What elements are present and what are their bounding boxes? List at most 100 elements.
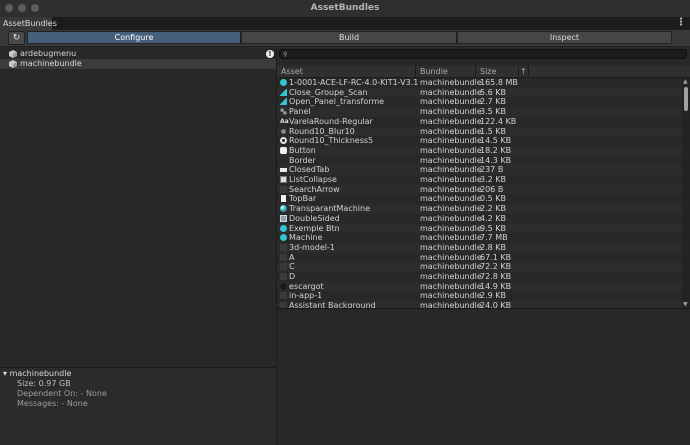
table-row[interactable]: ListCollapse machinebundle 3.2 KB — [277, 175, 682, 185]
asset-name: Assistant Background — [289, 301, 376, 308]
window-title: AssetBundles — [310, 3, 380, 13]
asset-size: 14.5 KB — [480, 136, 512, 146]
asset-name: A — [289, 252, 295, 262]
table-row[interactable]: Button machinebundle 18.2 KB — [277, 145, 682, 156]
asset-name: SearchArrow — [289, 184, 340, 194]
table-row[interactable]: Round10_Thickness5 machinebundle 14.5 KB — [277, 136, 682, 146]
asset-name: DoubleSided — [289, 213, 340, 223]
table-row[interactable]: SearchArrow machinebundle 206 B — [277, 184, 682, 195]
table-row[interactable]: DoubleSided machinebundle 4.2 KB — [277, 214, 682, 224]
table-row[interactable]: Panel machinebundle 3.5 KB — [277, 107, 682, 117]
asset-size: 3.5 KB — [480, 107, 506, 117]
asset-bundle: machinebundle — [420, 184, 482, 194]
more-menu-icon[interactable]: ⋮ — [676, 17, 686, 29]
table-row[interactable]: 3d-model-1 machinebundle 2.8 KB — [277, 242, 682, 253]
dark-icon — [280, 292, 287, 300]
asset-bundle: machinebundle — [420, 78, 482, 87]
table-row[interactable]: ClosedTab machinebundle 237 B — [277, 165, 682, 175]
asset-name: TopBar — [289, 194, 317, 204]
build-tab-button[interactable]: Build — [241, 31, 457, 44]
mesh-icon — [280, 88, 287, 96]
asset-bundle: machinebundle — [420, 136, 482, 146]
asset-bundle: machinebundle — [420, 116, 482, 126]
asset-name: Round10_Blur10 — [289, 126, 355, 136]
scrollbar-thumb[interactable] — [684, 87, 688, 111]
asset-bundle: machinebundle — [420, 272, 482, 281]
asset-name: 1-0001-ACE-LF-RC-4.0-KIT1-V3.1 — [289, 78, 419, 87]
scroll-down-icon[interactable]: ▼ — [683, 301, 688, 308]
asset-name: C — [289, 262, 295, 272]
window-titlebar: AssetBundles — [0, 0, 690, 18]
table-row[interactable]: Cmachinebundle 72.2 KB — [277, 262, 682, 272]
column-header-bundle[interactable]: Bundle — [416, 66, 476, 77]
bundle-cube-icon — [9, 50, 17, 58]
sort-indicator-icon[interactable]: ↑ — [519, 66, 529, 77]
asset-list-panel: ⚲ Asset Bundle Size ↑ 1-0001-ACE-LF-RC-4… — [277, 47, 690, 445]
document-icon — [281, 195, 286, 203]
asset-name: Border — [289, 155, 316, 165]
column-header-asset[interactable]: Asset — [277, 66, 416, 77]
vertical-scrollbar[interactable]: ▲ ▼ — [682, 78, 690, 308]
bundle-item-ardebugmenu[interactable]: ardebugmenu ! — [0, 49, 276, 59]
refresh-button[interactable]: ↻ — [8, 31, 25, 45]
list-icon — [280, 176, 287, 183]
asset-size: 14.9 KB — [480, 281, 512, 291]
dark-icon — [280, 185, 287, 193]
asset-name: Round10_Thickness5 — [289, 136, 374, 146]
configure-tab-button[interactable]: Configure — [27, 31, 241, 44]
dark-icon — [280, 263, 287, 271]
table-row[interactable]: Machine machinebundle 7.7 MB — [277, 233, 682, 243]
table-row[interactable]: Close_Groupe_Scan machinebundle 5.6 KB — [277, 87, 682, 98]
search-input[interactable]: ⚲ — [279, 49, 687, 59]
asset-size: 5.6 KB — [480, 87, 506, 97]
asset-size: 7.7 MB — [480, 233, 508, 243]
asset-bundle: machinebundle — [420, 155, 482, 165]
table-row[interactable]: TopBar machinebundle 0.5 KB — [277, 194, 682, 204]
asset-bundle: machinebundle — [420, 301, 482, 308]
asset-name: VarelaRound-Regular — [289, 116, 373, 126]
asset-name: escargot — [289, 281, 324, 291]
prefab-multi-icon — [280, 108, 287, 116]
scroll-up-icon[interactable]: ▲ — [683, 78, 688, 85]
table-row[interactable]: Dmachinebundle 72.8 KB — [277, 272, 682, 282]
table-row[interactable]: Amachinebundle 67.1 KB — [277, 253, 682, 263]
table-row[interactable]: Border machinebundle 14.3 KB — [277, 156, 682, 166]
asset-bundle: machinebundle — [420, 145, 482, 155]
tab-assetbundles[interactable]: AssetBundles — [0, 17, 57, 30]
asset-size: 122.4 KB — [480, 116, 517, 126]
bundle-name: machinebundle — [20, 59, 82, 68]
dark-icon — [280, 273, 287, 280]
ring-icon — [280, 137, 287, 145]
asset-name: D — [289, 272, 296, 281]
table-row[interactable]: Assistant Background machinebundle 24.0 KB — [277, 301, 682, 308]
table-row[interactable]: in-app-1 machinebundle 2.9 KB — [277, 291, 682, 301]
asset-name: TransparantMachine — [289, 204, 371, 214]
material-icon — [280, 205, 287, 213]
asset-name: ClosedTab — [289, 165, 330, 175]
table-row[interactable]: TransparantMachine machinebundle 2.2 KB — [277, 204, 682, 214]
details-title[interactable]: ▾ machinebundle — [3, 369, 71, 378]
asset-size: 72.8 KB — [480, 272, 512, 281]
table-row[interactable]: Open_Panel_transforme machinebundle 2.7 KB — [277, 97, 682, 107]
asset-bundle: machinebundle — [420, 204, 482, 214]
cyan-model-icon — [280, 79, 287, 86]
asset-size: 3.2 KB — [480, 175, 506, 184]
asset-name: in-app-1 — [289, 291, 323, 301]
inspect-tab-button[interactable]: Inspect — [457, 31, 672, 44]
table-row[interactable]: Round10_Blur10 machinebundle 1.5 KB — [277, 126, 682, 137]
asset-size: 4.2 KB — [480, 213, 506, 223]
table-row[interactable]: escargot machinebundle 14.9 KB — [277, 281, 682, 292]
details-bundle-name: machinebundle — [9, 369, 72, 378]
asset-size: 67.1 KB — [480, 252, 512, 262]
table-row[interactable]: Exemple Btn machinebundle 9.5 KB — [277, 223, 682, 234]
bundle-name: ardebugmenu — [20, 49, 77, 58]
asset-preview-area — [277, 309, 690, 445]
bundle-item-machinebundle[interactable]: machinebundle — [0, 59, 276, 69]
table-row[interactable]: 1-0001-ACE-LF-RC-4.0-KIT1-V3.1 machinebun… — [277, 78, 682, 88]
details-messages: Messages: - None — [17, 399, 88, 408]
asset-bundle: machinebundle — [420, 194, 482, 204]
table-row[interactable]: Aa VarelaRound-Regular machinebundle 122.4 … — [277, 117, 682, 127]
asset-bundle: machinebundle — [420, 242, 482, 252]
column-header-size[interactable]: Size — [476, 66, 519, 77]
texture-icon — [280, 127, 287, 135]
